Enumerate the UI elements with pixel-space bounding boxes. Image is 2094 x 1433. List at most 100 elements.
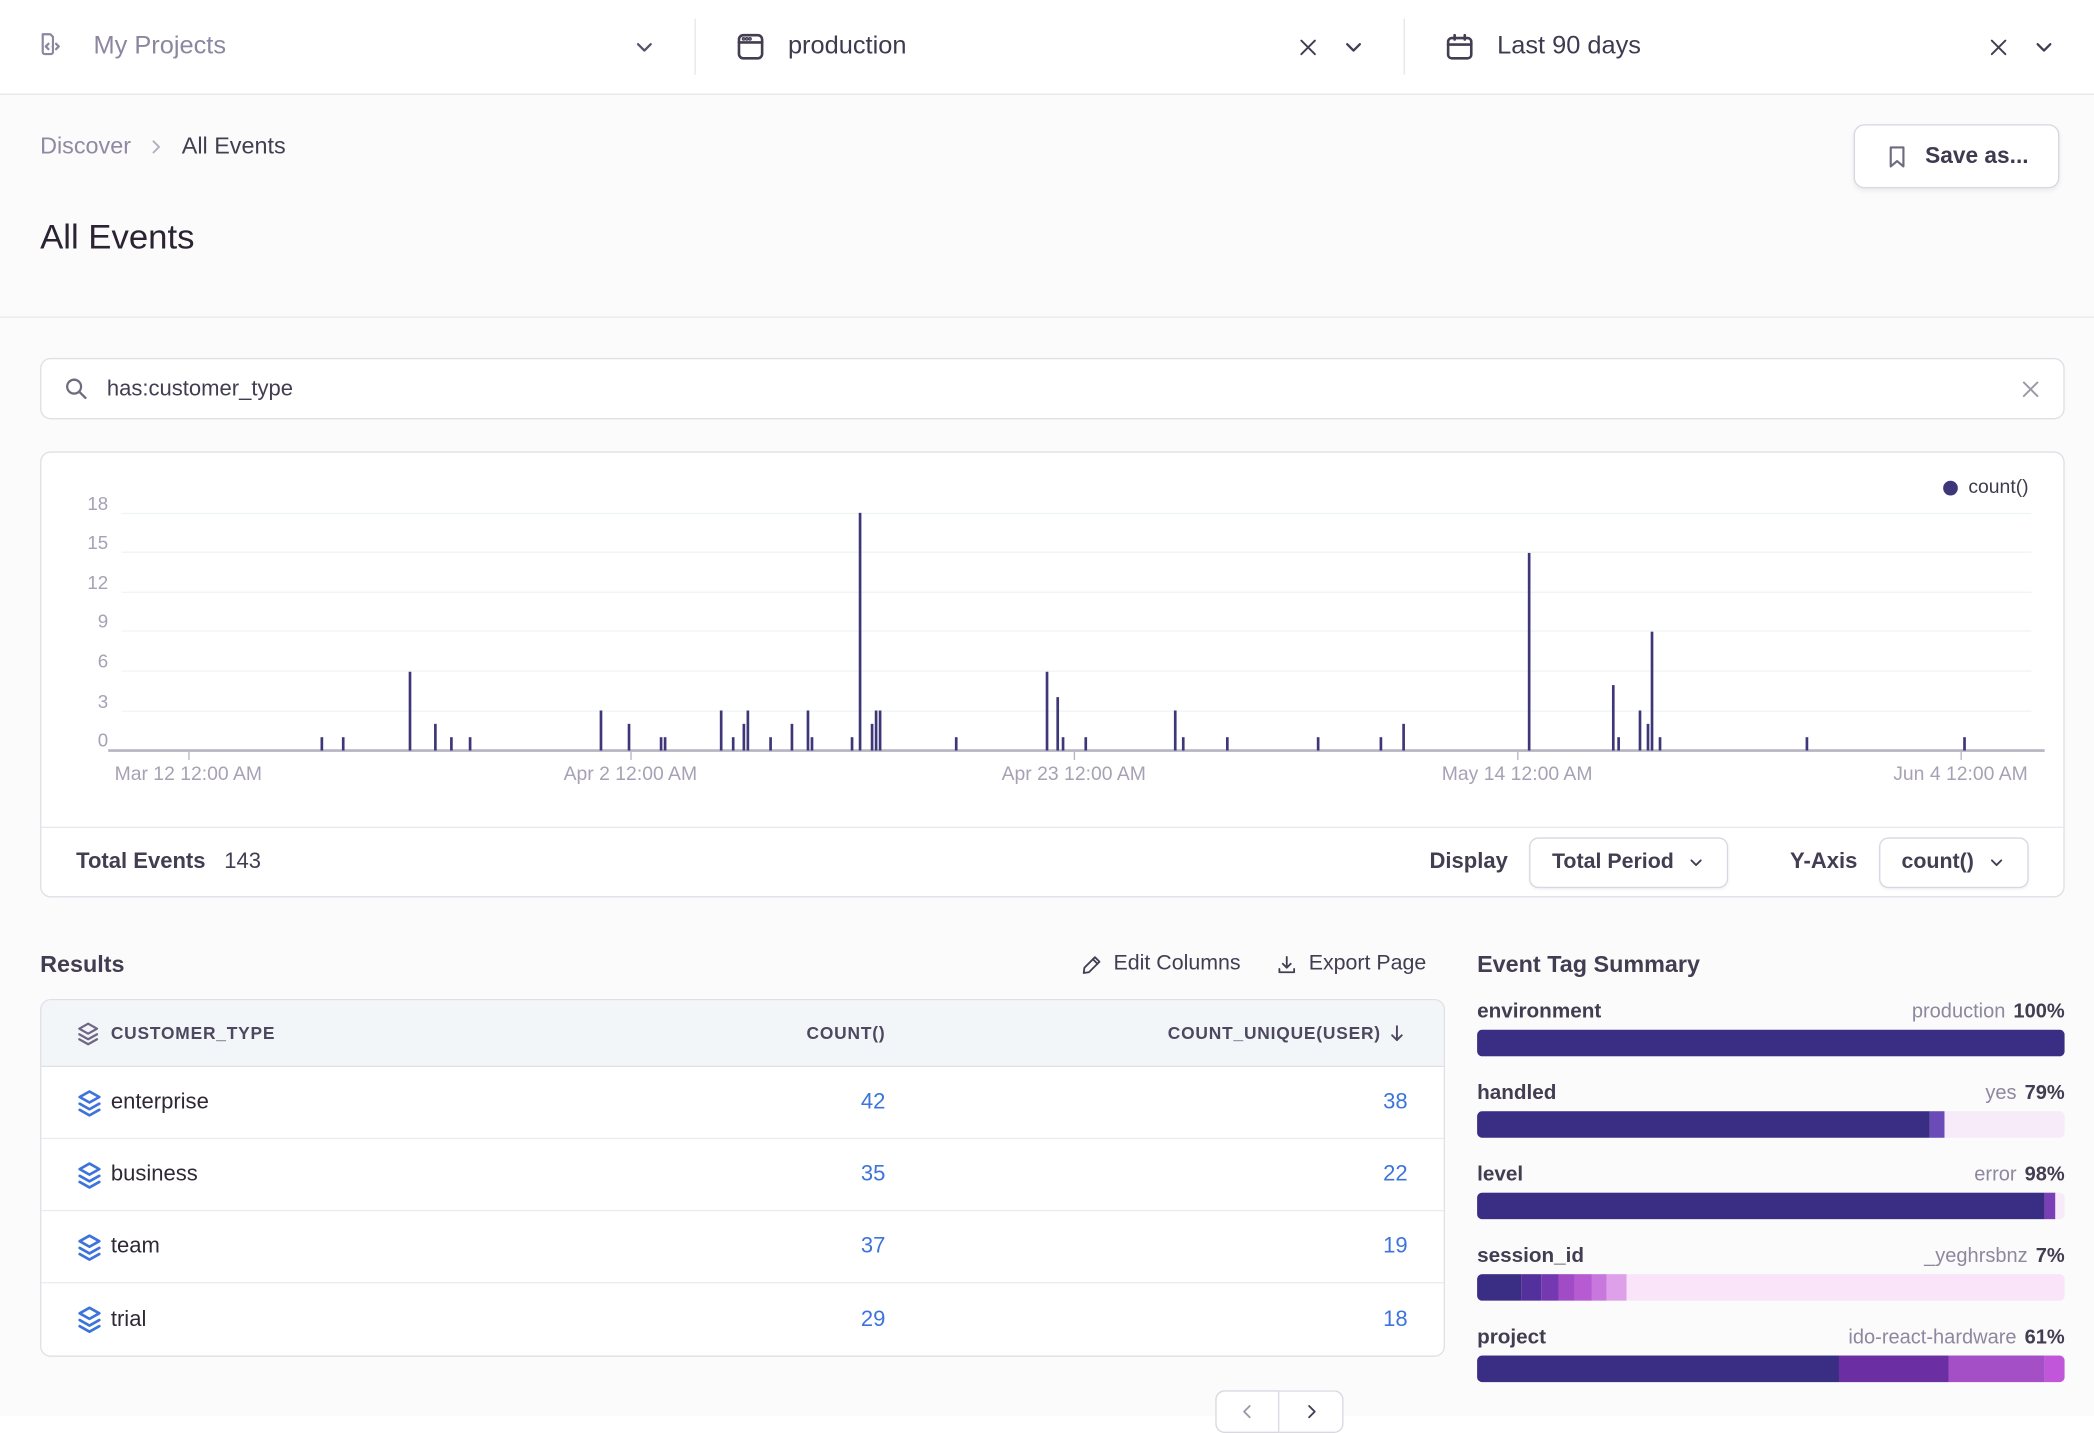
previous-page-button[interactable] (1215, 1390, 1279, 1433)
chart-bar (879, 711, 882, 751)
chart-bar (1317, 737, 1320, 750)
chart-bar (1612, 685, 1615, 751)
tag-distribution-bar[interactable] (1477, 1111, 2065, 1138)
tag-name: environment (1477, 1000, 1601, 1024)
tag-top-value: error (1974, 1163, 2016, 1186)
x-tick-label: Apr 2 12:00 AM (564, 764, 697, 785)
count-link[interactable]: 35 (861, 1162, 886, 1186)
layers-icon[interactable] (75, 1305, 104, 1334)
chart-bar (469, 737, 472, 750)
y-tick-label: 3 (55, 690, 108, 711)
gridline (122, 630, 2032, 631)
app-viewport: My Projects production (0, 0, 2094, 1416)
next-page-button[interactable] (1279, 1390, 1343, 1433)
chart-bar (720, 711, 723, 751)
calendar-icon (1442, 29, 1477, 64)
chart-bar (871, 724, 874, 750)
environment-selector-label: production (788, 32, 907, 61)
events-chart-panel: count() 18 15 12 9 6 3 0 (40, 451, 2065, 897)
column-header-count-unique[interactable]: COUNT_UNIQUE(USER) (1168, 1023, 1381, 1043)
tag-name: session_id (1477, 1245, 1584, 1269)
tag-distribution-bar[interactable] (1477, 1356, 2065, 1383)
yaxis-value: count() (1901, 850, 1973, 874)
top-filter-bar: My Projects production (0, 0, 2094, 95)
gridline (122, 513, 2032, 514)
chevron-down-icon[interactable] (1341, 34, 1366, 59)
tag-distribution-bar[interactable] (1477, 1274, 2065, 1301)
table-row: team 37 19 (41, 1211, 1443, 1283)
chevron-down-icon[interactable] (2031, 34, 2056, 59)
chart-legend[interactable]: count() (1943, 477, 2029, 498)
y-tick-label: 18 (55, 493, 108, 514)
layers-icon[interactable] (75, 1088, 104, 1117)
tag-entry: project ido-react-hardware 61% (1477, 1326, 2065, 1382)
layers-icon[interactable] (75, 1232, 104, 1261)
chart-bar (811, 737, 814, 750)
table-row: enterprise 42 38 (41, 1067, 1443, 1139)
layers-icon (75, 1020, 102, 1047)
y-tick-label: 12 (55, 571, 108, 592)
chart-bar (1084, 737, 1087, 750)
yaxis-dropdown[interactable]: count() (1879, 837, 2029, 888)
clear-environment-icon[interactable] (1297, 35, 1320, 58)
count-link[interactable]: 29 (861, 1307, 886, 1331)
chart-bar (1659, 737, 1662, 750)
tag-top-percent: 79% (2025, 1082, 2065, 1105)
total-events-value: 143 (224, 849, 261, 874)
save-as-button[interactable]: Save as... (1854, 124, 2059, 188)
chart-bar (1226, 737, 1229, 750)
chart-bar (851, 737, 854, 750)
results-table: CUSTOMER_TYPE COUNT() COUNT_UNIQUE(USER) (40, 999, 1445, 1357)
display-period-value: Total Period (1552, 850, 1674, 874)
count-unique-link[interactable]: 18 (1383, 1307, 1408, 1332)
chevron-down-icon (1987, 853, 2006, 872)
export-page-button[interactable]: Export Page (1275, 952, 1426, 976)
edit-columns-label: Edit Columns (1114, 952, 1241, 976)
environment-selector[interactable]: production (696, 0, 1404, 93)
tag-name: handled (1477, 1082, 1556, 1106)
tag-top-percent: 7% (2036, 1245, 2065, 1268)
chart-footer: Total Events 143 Display Total Period Y-… (41, 827, 2063, 896)
results-heading: Results (40, 950, 124, 978)
count-unique-link[interactable]: 19 (1383, 1234, 1408, 1259)
chart-bar (1380, 737, 1383, 750)
daterange-selector[interactable]: Last 90 days (1405, 0, 2094, 93)
chevron-down-icon[interactable] (632, 34, 657, 59)
download-icon (1275, 953, 1298, 976)
sort-desc-arrow-icon[interactable] (1386, 1022, 1407, 1043)
tag-distribution-bar[interactable] (1477, 1193, 2065, 1220)
count-unique-link[interactable]: 22 (1383, 1162, 1408, 1187)
layers-icon[interactable] (75, 1160, 104, 1189)
count-link[interactable]: 37 (861, 1234, 886, 1258)
x-tick-label: May 14 12:00 AM (1442, 764, 1593, 785)
breadcrumb-current: All Events (182, 132, 286, 160)
clear-daterange-icon[interactable] (1987, 35, 2010, 58)
count-link[interactable]: 42 (861, 1090, 886, 1114)
x-tick (1074, 752, 1075, 760)
tag-entry: level error 98% (1477, 1163, 2065, 1219)
breadcrumb-discover-link[interactable]: Discover (40, 132, 131, 160)
column-header-customer-type[interactable]: CUSTOMER_TYPE (111, 1023, 709, 1043)
search-icon (63, 375, 90, 402)
search-input[interactable] (107, 376, 2002, 401)
count-unique-link[interactable]: 38 (1383, 1090, 1408, 1115)
column-header-count[interactable]: COUNT() (709, 1023, 885, 1043)
export-page-label: Export Page (1309, 952, 1427, 976)
x-tick (630, 752, 631, 760)
tag-top-percent: 100% (2013, 1000, 2064, 1023)
chart-bar (409, 671, 412, 750)
display-period-dropdown[interactable]: Total Period (1529, 837, 1728, 888)
clear-search-icon[interactable] (2019, 377, 2042, 400)
pencil-icon (1080, 953, 1103, 976)
chart-bar (955, 737, 958, 750)
chart-bar (434, 724, 437, 750)
y-tick-label: 9 (55, 610, 108, 631)
edit-columns-button[interactable]: Edit Columns (1080, 952, 1240, 976)
x-tick (1961, 752, 1962, 760)
y-tick-label: 0 (55, 729, 108, 750)
table-row: trial 29 18 (41, 1283, 1443, 1355)
chart-bar (875, 711, 878, 751)
project-selector[interactable]: My Projects (0, 0, 694, 93)
tag-distribution-bar[interactable] (1477, 1030, 2065, 1057)
project-selector-label: My Projects (93, 32, 226, 61)
